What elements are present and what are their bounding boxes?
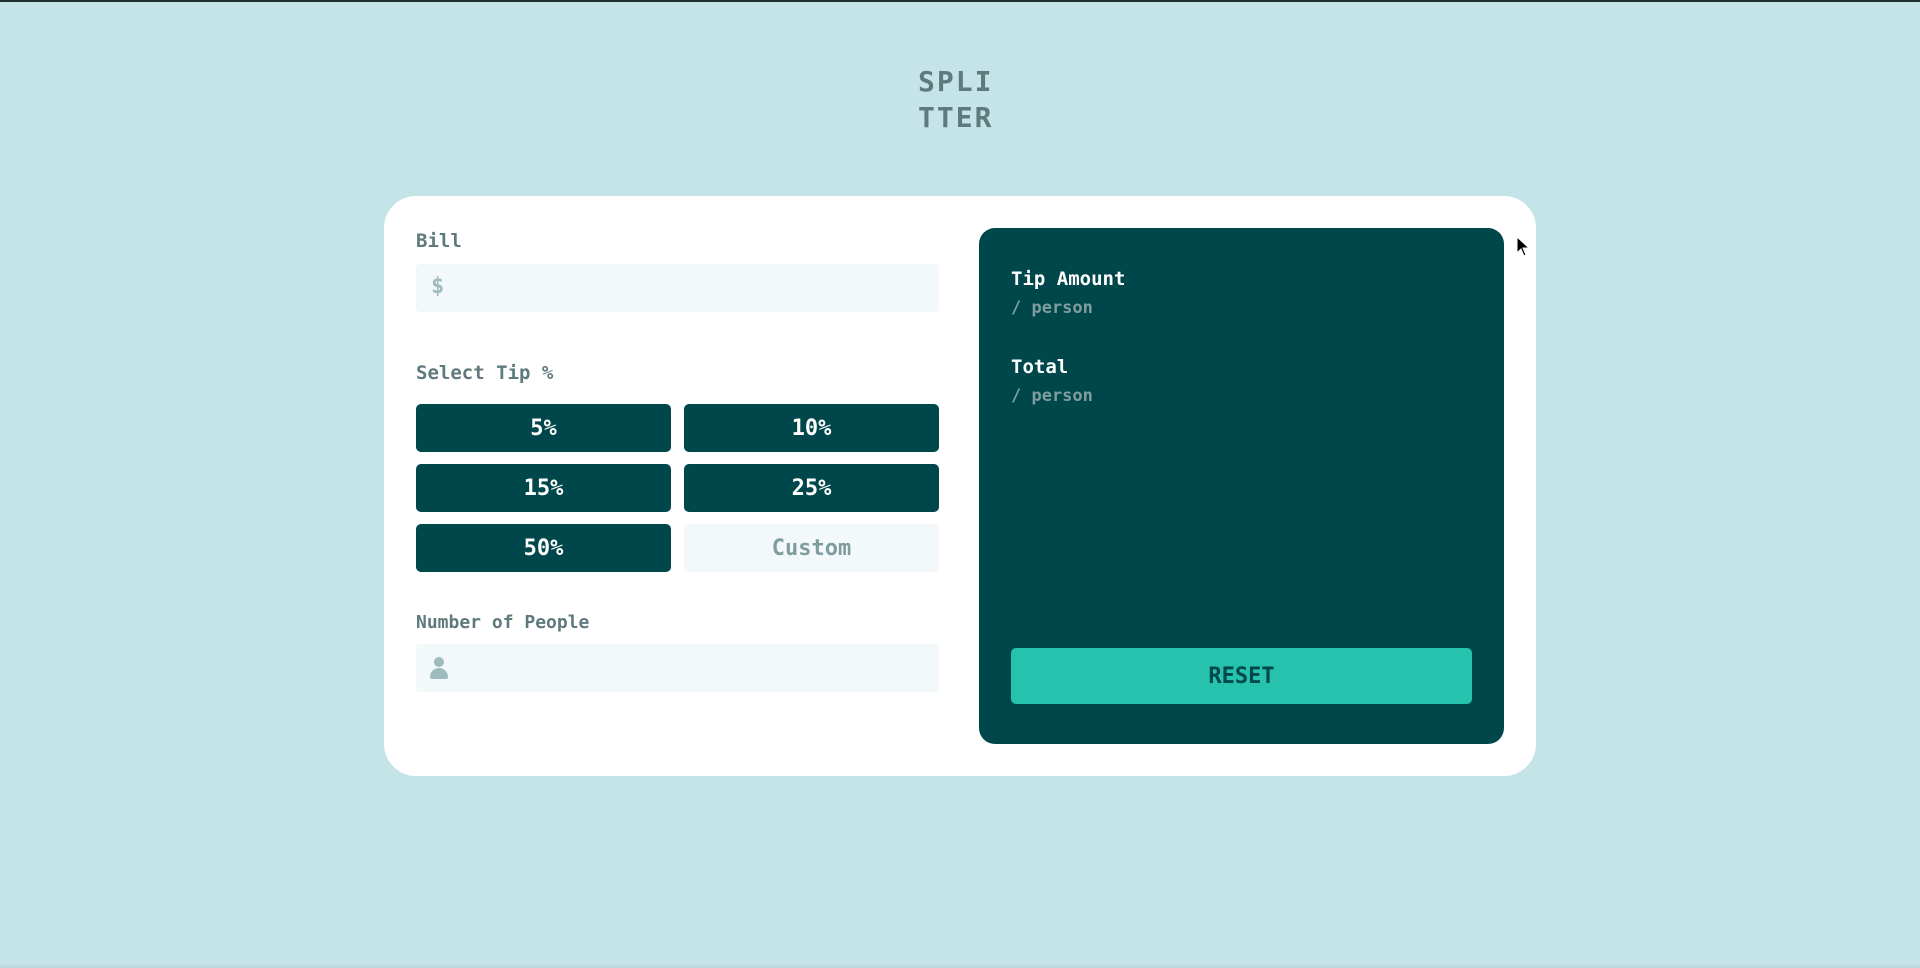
tip-amount-label: Tip Amount — [1011, 268, 1126, 290]
mouse-cursor-icon — [1516, 236, 1531, 257]
person-icon — [430, 657, 448, 679]
bill-input[interactable] — [460, 264, 925, 312]
custom-tip-input[interactable]: Custom — [684, 524, 939, 572]
logo-line-2: TTER — [918, 101, 994, 134]
tip-button-10[interactable]: 10% — [684, 404, 939, 452]
window-bottom-edge — [0, 964, 1920, 968]
tip-button-5[interactable]: 5% — [416, 404, 671, 452]
total-label: Total — [1011, 356, 1069, 378]
logo-line-1: SPLI — [918, 65, 994, 98]
total-per-person: / person — [1011, 386, 1093, 406]
dollar-icon: $ — [431, 274, 445, 299]
people-label: Number of People — [416, 612, 590, 633]
reset-button[interactable]: RESET — [1011, 648, 1472, 704]
people-field[interactable] — [416, 644, 939, 692]
people-input[interactable] — [460, 644, 925, 692]
select-tip-label: Select Tip % — [416, 362, 554, 384]
calculator-card: Bill $ Select Tip % 5% 10% 15% 25% 50% C… — [384, 196, 1536, 776]
bill-label: Bill — [416, 230, 462, 252]
tip-button-50[interactable]: 50% — [416, 524, 671, 572]
results-panel: Tip Amount / person Total / person RESET — [979, 228, 1504, 744]
bill-field[interactable]: $ — [416, 264, 939, 312]
tip-button-15[interactable]: 15% — [416, 464, 671, 512]
tip-button-25[interactable]: 25% — [684, 464, 939, 512]
tip-amount-per-person: / person — [1011, 298, 1093, 318]
app-logo: SPLI TTER — [918, 64, 1018, 136]
window-top-border — [0, 0, 1920, 2]
